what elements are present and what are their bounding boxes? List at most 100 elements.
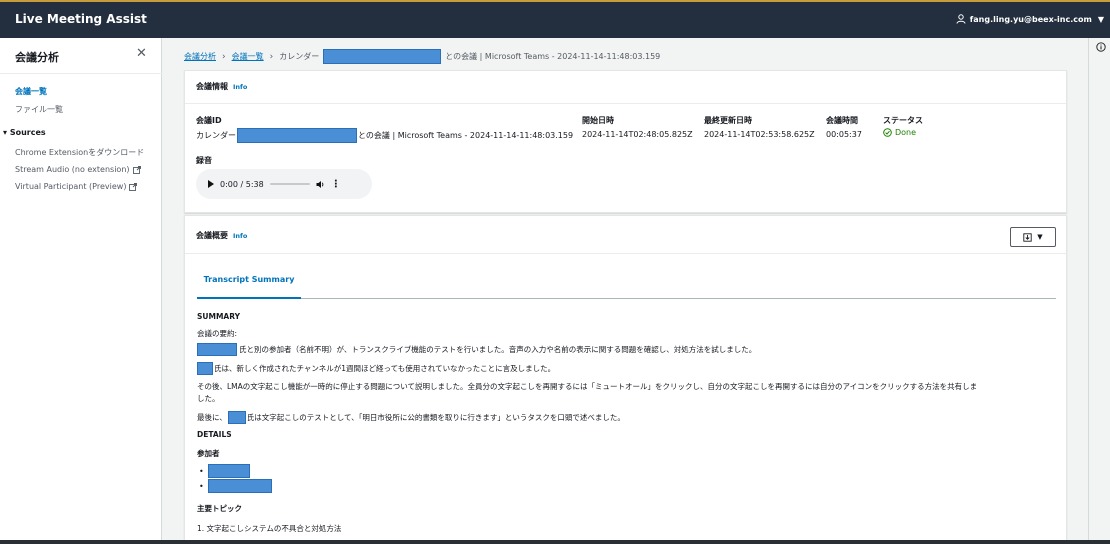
app-title[interactable]: Live Meeting Assist bbox=[15, 12, 147, 26]
audio-progress-track[interactable] bbox=[269, 183, 310, 185]
sidebar-item-label: Chrome Extensionをダウンロード bbox=[15, 148, 145, 157]
bullet-icon: • bbox=[199, 466, 204, 476]
info-link[interactable]: Info bbox=[233, 232, 247, 240]
summary-heading: SUMMARY bbox=[197, 312, 241, 321]
start-time-label: 開始日時 bbox=[582, 116, 614, 125]
summary-paragraph: 氏は、新しく作成されたチャンネルが1週間ほど経っても使用されていなかったことに言… bbox=[197, 362, 555, 375]
chevron-down-icon: ▼ bbox=[1097, 14, 1104, 24]
tab-active-indicator bbox=[197, 297, 301, 299]
sidebar-item-meeting-list[interactable]: 会議一覧 bbox=[15, 86, 47, 97]
play-icon[interactable] bbox=[208, 180, 214, 188]
redacted-name-block bbox=[207, 479, 272, 493]
meeting-info-panel: 会議情報 Info 会議ID カレンダー との会議 | Microsoft Tea… bbox=[184, 70, 1067, 213]
breadcrumb-current-suffix: との会議 | Microsoft Teams - 2024-11-14-11:4… bbox=[445, 52, 661, 61]
caret-down-icon: ▼ bbox=[1037, 233, 1043, 241]
info-link[interactable]: Info bbox=[233, 83, 247, 91]
bullet-icon: • bbox=[199, 481, 204, 491]
summary-paragraph-text: 最後に、 bbox=[197, 413, 227, 422]
status-label: ステータス bbox=[883, 116, 923, 125]
summary-paragraph: 最後に、 氏は文字起こしのテストとして、「明日市役所に公的書類を取りに行きます」… bbox=[197, 411, 625, 424]
info-icon[interactable] bbox=[1096, 42, 1106, 52]
participants-heading: 参加者 bbox=[197, 449, 220, 458]
breadcrumb-meeting-list[interactable]: 会議一覧 bbox=[232, 51, 264, 62]
duration-label: 会議時間 bbox=[826, 116, 858, 125]
download-dropdown-button[interactable]: ▼ bbox=[1010, 227, 1056, 247]
chevron-right-icon: › bbox=[269, 51, 274, 62]
meeting-summary-title: 会議概要 bbox=[196, 231, 228, 240]
external-link-icon bbox=[129, 182, 138, 191]
redacted-name-block bbox=[207, 464, 250, 478]
summary-paragraph: その後、LMAの文字起こし機能が一時的に停止する問題について説明しました。全員分… bbox=[197, 382, 978, 391]
recording-label: 録音 bbox=[196, 156, 212, 165]
sidebar-item-virtual-participant[interactable]: Virtual Participant (Preview) bbox=[15, 182, 138, 191]
more-options-icon[interactable]: ⋮ bbox=[331, 179, 341, 190]
meeting-summary-panel: 会議概要 Info ▼ Transcript Summary SUMMARY 会議… bbox=[184, 215, 1067, 544]
panel-divider bbox=[185, 103, 1066, 104]
meeting-id-field: 会議ID カレンダー との会議 | Microsoft Teams - 2024… bbox=[196, 115, 573, 143]
list-item: • bbox=[199, 464, 250, 478]
side-navigation: 会議分析 ✕ 会議一覧 ファイル一覧 ▾ Sources Chrome Exte… bbox=[0, 38, 162, 544]
breadcrumb: 会議分析 › 会議一覧 › カレンダー との会議 | Microsoft Tea… bbox=[184, 49, 660, 64]
summary-paragraph: 氏と別の参加者（名前不明）が、トランスクライブ機能のテストを行いました。音声の入… bbox=[197, 343, 756, 356]
external-link-icon bbox=[132, 165, 141, 174]
breadcrumb-meeting-analysis[interactable]: 会議分析 bbox=[184, 51, 216, 62]
meeting-id-label: 会議ID bbox=[196, 116, 222, 125]
sidebar-item-stream-audio[interactable]: Stream Audio (no extension) bbox=[15, 165, 141, 174]
sidebar-item-label: Stream Audio (no extension) bbox=[15, 165, 130, 174]
close-icon[interactable]: ✕ bbox=[136, 46, 147, 61]
redacted-name-block bbox=[237, 128, 357, 143]
panel-divider bbox=[185, 253, 1066, 254]
meeting-id-suffix: との会議 | Microsoft Teams - 2024-11-14-11:4… bbox=[358, 131, 574, 140]
user-icon bbox=[956, 14, 966, 24]
meeting-info-title: 会議情報 bbox=[196, 82, 228, 91]
tab-transcript-summary[interactable]: Transcript Summary bbox=[197, 275, 301, 284]
summary-paragraph-text: 氏は、新しく作成されたチャンネルが1週間ほど経っても使用されていなかったことに言… bbox=[214, 364, 556, 373]
summary-intro: 会議の要約: bbox=[197, 329, 238, 338]
last-updated-value: 2024-11-14T02:53:58.625Z bbox=[704, 130, 815, 139]
summary-paragraph-text: 氏は文字起こしのテストとして、「明日市役所に公的書類を取りに行きます」というタス… bbox=[246, 413, 625, 422]
redacted-name-block bbox=[323, 49, 442, 64]
summary-paragraph-text: 氏と別の参加者（名前不明）が、トランスクライブ機能のテストを行いました。音声の入… bbox=[239, 345, 757, 354]
sidebar-item-label: Virtual Participant (Preview) bbox=[15, 182, 127, 191]
last-updated-field: 最終更新日時 2024-11-14T02:53:58.625Z bbox=[704, 115, 815, 139]
audio-player[interactable]: 0:00 / 5:38 ⋮ bbox=[196, 169, 372, 199]
user-email: fang.ling.yu@beex-inc.com bbox=[969, 14, 1092, 24]
user-menu[interactable]: fang.ling.yu@beex-inc.com ▼ bbox=[956, 14, 1104, 24]
audio-time: 0:00 / 5:38 bbox=[220, 179, 264, 189]
status-badge: Done bbox=[883, 128, 923, 137]
redacted-name-block bbox=[197, 362, 213, 375]
download-icon bbox=[1023, 232, 1032, 242]
duration-value: 00:05:37 bbox=[826, 130, 862, 139]
tab-divider bbox=[197, 298, 1056, 299]
sources-section-toggle[interactable]: ▾ Sources bbox=[3, 128, 46, 137]
start-time-field: 開始日時 2024-11-14T02:48:05.825Z bbox=[582, 115, 693, 139]
sidebar-item-chrome-extension[interactable]: Chrome Extensionをダウンロード bbox=[15, 147, 144, 158]
start-time-value: 2024-11-14T02:48:05.825Z bbox=[582, 130, 693, 139]
sidebar-divider bbox=[0, 73, 162, 74]
breadcrumb-current-prefix: カレンダー bbox=[279, 52, 320, 61]
chevron-right-icon: › bbox=[222, 51, 226, 62]
redacted-name-block bbox=[227, 411, 246, 424]
list-item: • bbox=[199, 479, 272, 493]
meeting-info-heading: 会議情報 Info bbox=[196, 81, 247, 92]
sidebar-item-file-list[interactable]: ファイル一覧 bbox=[15, 104, 63, 115]
check-circle-icon bbox=[883, 128, 892, 137]
window-bottom-edge bbox=[0, 540, 1110, 544]
top-navigation-bar: Live Meeting Assist fang.ling.yu@beex-in… bbox=[0, 0, 1110, 38]
sidebar-header: 会議分析 bbox=[15, 51, 59, 64]
duration-field: 会議時間 00:05:37 bbox=[826, 115, 862, 139]
tools-panel-divider bbox=[1088, 38, 1089, 544]
topics-heading: 主要トピック bbox=[197, 504, 242, 513]
sources-section-label: Sources bbox=[9, 128, 46, 137]
meeting-id-value: カレンダー との会議 | Microsoft Teams - 2024-11-1… bbox=[196, 128, 573, 143]
details-heading: DETAILS bbox=[197, 430, 232, 439]
status-field: ステータス Done bbox=[883, 115, 923, 137]
meeting-summary-heading: 会議概要 Info bbox=[196, 230, 247, 241]
last-updated-label: 最終更新日時 bbox=[704, 116, 752, 125]
volume-icon[interactable] bbox=[316, 180, 325, 189]
summary-paragraph-continuation: した。 bbox=[197, 394, 220, 403]
topic-item: 1. 文字起こしシステムの不具合と対処方法 bbox=[197, 524, 342, 533]
status-value: Done bbox=[895, 128, 917, 137]
meeting-id-prefix: カレンダー bbox=[196, 131, 236, 140]
redacted-name-block bbox=[197, 343, 237, 356]
